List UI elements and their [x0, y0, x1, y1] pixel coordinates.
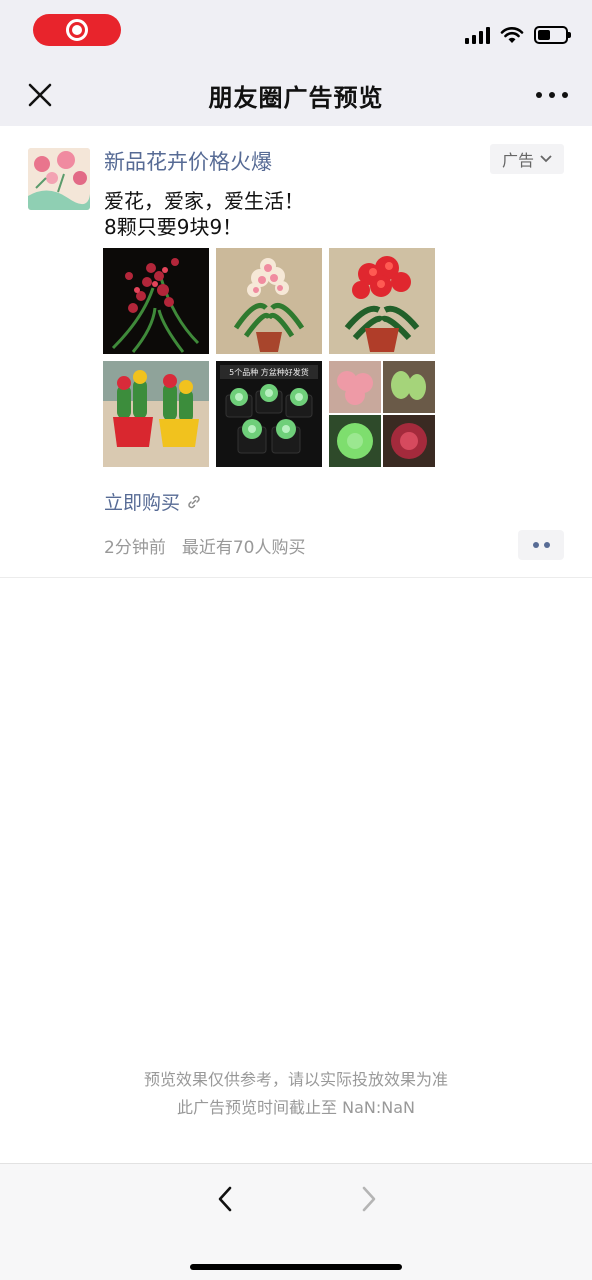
red-orchid-photo[interactable]: [103, 248, 209, 354]
wifi-icon: [500, 27, 524, 43]
pink-clivia-photo[interactable]: [216, 248, 322, 354]
post-text-line: 爱花，爱家，爱生活！: [104, 189, 304, 213]
recent-buyers: 最近有70人购买: [181, 538, 306, 558]
screen-recording-indicator[interactable]: [33, 14, 121, 46]
chevron-right-icon: [362, 1186, 376, 1212]
buy-now-label: 立即购买: [104, 492, 181, 514]
notice-line: 预览效果仅供参考，请以实际投放效果为准: [143, 1070, 448, 1089]
close-button[interactable]: [24, 79, 56, 111]
back-button[interactable]: [212, 1184, 238, 1214]
status-icons: [465, 24, 571, 46]
more-dots-icon: [536, 92, 542, 98]
more-options-button[interactable]: [536, 86, 568, 104]
record-icon: [66, 19, 88, 41]
avatar[interactable]: [28, 148, 90, 210]
post-text-line: 8颗只要9块9！: [104, 215, 243, 239]
cactus-pots-photo[interactable]: [103, 361, 209, 467]
ad-tag-label: 广告: [501, 151, 534, 170]
notice-line: 此广告预览时间截止至 NaN:NaN: [177, 1098, 415, 1117]
succulent-collage-photo[interactable]: [329, 361, 435, 467]
preview-notice: 预览效果仅供参考，请以实际投放效果为准 此广告预览时间截止至 NaN:NaN: [0, 1066, 592, 1122]
cellular-signal-icon: [465, 26, 490, 44]
status-bar: [0, 0, 592, 64]
photo-banner-text: 5个品种 方盆种好发货: [229, 367, 309, 377]
battery-icon: [534, 26, 571, 44]
succulents-five-varieties-photo[interactable]: 5个品种 方盆种好发货: [216, 361, 322, 467]
moments-ad-post: 新品花卉价格火爆 广告 爱花，爱家，爱生活！ 8颗只要9块9！ 5个品种 方盆种…: [0, 126, 592, 578]
chevron-down-icon: [540, 155, 552, 163]
chevron-left-icon: [218, 1186, 232, 1212]
browser-toolbar: [0, 1163, 592, 1280]
post-meta: 2分钟前 最近有70人购买: [104, 533, 305, 558]
advertiser-name[interactable]: 新品花卉价格火爆: [104, 146, 272, 176]
image-grid: 5个品种 方盆种好发货: [103, 248, 435, 468]
buy-now-link[interactable]: 立即购买: [104, 488, 202, 515]
forward-button[interactable]: [356, 1184, 382, 1214]
comment-options-button[interactable]: [518, 530, 564, 560]
comment-dots-icon: [532, 542, 539, 548]
post-time: 2分钟前: [104, 538, 166, 558]
home-indicator[interactable]: [190, 1264, 402, 1270]
nav-bar: 朋友圈广告预览: [0, 64, 592, 126]
red-clivia-photo[interactable]: [329, 248, 435, 354]
post-text: 爱花，爱家，爱生活！ 8颗只要9块9！: [104, 188, 304, 240]
ad-tag-button[interactable]: 广告: [489, 144, 564, 174]
page-title: 朋友圈广告预览: [208, 83, 384, 112]
close-icon: [28, 83, 52, 107]
link-icon: [188, 495, 200, 508]
